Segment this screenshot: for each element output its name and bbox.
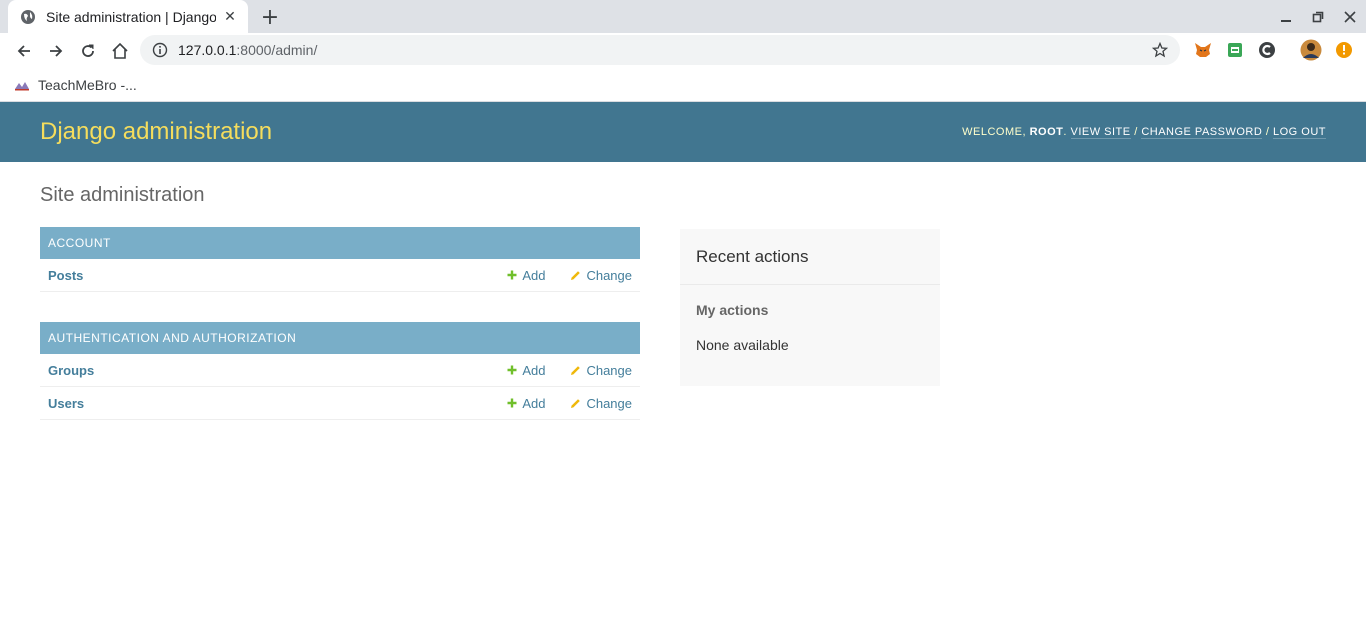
app-module-auth: Authentication and Authorization Groups … bbox=[40, 322, 640, 420]
extension-green-icon[interactable] bbox=[1224, 39, 1246, 61]
add-label: Add bbox=[522, 267, 546, 283]
model-row-groups: Groups Add Change bbox=[40, 354, 640, 387]
bookmark-teachmebro[interactable]: TeachMeBro -... bbox=[14, 77, 137, 93]
model-row-posts: Posts Add Change bbox=[40, 259, 640, 292]
profile-avatar[interactable] bbox=[1300, 39, 1322, 61]
main-content: Site administration Account Posts Add Ch… bbox=[0, 162, 1366, 470]
plus-icon bbox=[507, 365, 517, 375]
welcome-text: Welcome, bbox=[962, 126, 1027, 138]
change-posts-button[interactable]: Change bbox=[570, 268, 632, 283]
pencil-icon bbox=[570, 398, 581, 409]
module-caption[interactable]: Account bbox=[40, 227, 640, 259]
change-groups-button[interactable]: Change bbox=[570, 363, 632, 378]
star-icon[interactable] bbox=[1152, 42, 1168, 58]
url-text: 127.0.0.1:8000/admin/ bbox=[178, 42, 1152, 58]
browser-tabbar: Site administration | Django ✕ + bbox=[0, 0, 1366, 33]
user-tools: Welcome, root. View site / Change passwo… bbox=[962, 126, 1326, 139]
reload-icon[interactable] bbox=[72, 35, 104, 67]
plus-icon bbox=[507, 398, 517, 408]
window-controls bbox=[1270, 0, 1366, 33]
log-out-link[interactable]: Log out bbox=[1272, 126, 1326, 139]
pencil-icon bbox=[570, 365, 581, 376]
url-path: :8000/admin/ bbox=[236, 42, 318, 58]
recent-actions-panel: Recent actions My actions None available bbox=[680, 229, 940, 386]
close-window-icon[interactable] bbox=[1334, 0, 1366, 33]
bookmark-favicon-icon bbox=[15, 82, 29, 91]
model-row-users: Users Add Change bbox=[40, 387, 640, 420]
app-module-account: Account Posts Add Change bbox=[40, 227, 640, 292]
globe-icon bbox=[20, 9, 36, 25]
metamask-fox-icon[interactable] bbox=[1192, 39, 1214, 61]
close-icon[interactable]: ✕ bbox=[222, 9, 238, 25]
browser-toolbar: 127.0.0.1:8000/admin/ bbox=[0, 33, 1366, 69]
info-icon[interactable] bbox=[152, 42, 168, 58]
page-title: Site administration bbox=[40, 184, 205, 206]
model-link-groups[interactable]: Groups bbox=[48, 363, 507, 378]
back-arrow-icon[interactable] bbox=[8, 35, 40, 67]
separator: / bbox=[1265, 126, 1270, 138]
home-icon[interactable] bbox=[104, 35, 136, 67]
none-available-text: None available bbox=[696, 337, 789, 353]
minimize-icon[interactable] bbox=[1270, 0, 1302, 33]
restore-icon[interactable] bbox=[1302, 0, 1334, 33]
site-name[interactable]: Django administration bbox=[40, 118, 272, 146]
change-password-link[interactable]: Change password bbox=[1141, 126, 1263, 139]
url-host: 127.0.0.1 bbox=[178, 42, 237, 58]
model-link-users[interactable]: Users bbox=[48, 396, 507, 411]
forward-arrow-icon[interactable] bbox=[40, 35, 72, 67]
recent-actions-title: Recent actions bbox=[680, 229, 940, 285]
update-warning-icon[interactable] bbox=[1333, 39, 1355, 61]
model-link-posts[interactable]: Posts bbox=[48, 268, 507, 283]
app-list: Account Posts Add Change Authentication … bbox=[40, 227, 640, 420]
browser-tab[interactable]: Site administration | Django ✕ bbox=[8, 0, 248, 33]
change-users-button[interactable]: Change bbox=[570, 396, 632, 411]
new-tab-button[interactable]: + bbox=[258, 5, 282, 30]
view-site-link[interactable]: View site bbox=[1070, 126, 1131, 139]
admin-header: Django administration Welcome, root. Vie… bbox=[0, 102, 1366, 162]
add-posts-button[interactable]: Add bbox=[507, 268, 545, 283]
bookmarks-bar: TeachMeBro -... bbox=[0, 69, 1366, 102]
separator: / bbox=[1134, 126, 1138, 138]
username: root bbox=[1029, 126, 1064, 138]
extension-c-icon[interactable] bbox=[1256, 39, 1278, 61]
plus-icon bbox=[507, 270, 517, 280]
add-groups-button[interactable]: Add bbox=[507, 363, 545, 378]
add-label: Add bbox=[522, 395, 546, 411]
add-users-button[interactable]: Add bbox=[507, 396, 545, 411]
tab-title: Site administration | Django bbox=[46, 8, 216, 25]
my-actions-heading: My actions bbox=[696, 302, 769, 318]
change-label: Change bbox=[586, 362, 632, 378]
add-label: Add bbox=[522, 362, 546, 378]
pencil-icon bbox=[570, 270, 581, 281]
address-bar[interactable]: 127.0.0.1:8000/admin/ bbox=[140, 35, 1180, 65]
change-label: Change bbox=[586, 395, 632, 411]
bookmark-label: TeachMeBro -... bbox=[38, 77, 137, 93]
module-caption[interactable]: Authentication and Authorization bbox=[40, 322, 640, 354]
change-label: Change bbox=[586, 267, 632, 283]
